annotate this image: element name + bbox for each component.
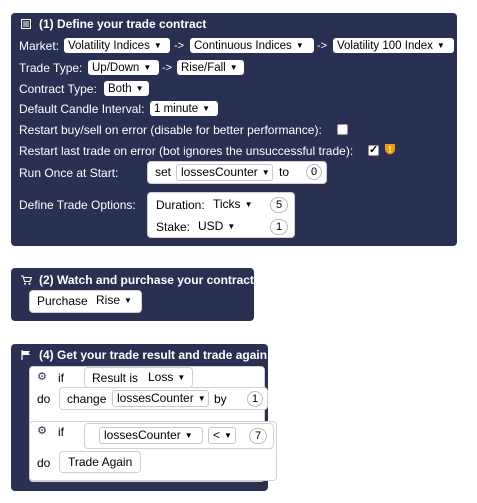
- trade-again-header: (4) Get your trade result and trade agai…: [21, 348, 267, 362]
- chevron-down-icon: ▼: [202, 104, 211, 113]
- chevron-down-icon: ▼: [229, 63, 238, 72]
- restart-last-label: Restart last trade on error (bot ignores…: [19, 144, 354, 158]
- chevron-down-icon: ▼: [261, 168, 270, 177]
- warning-icon[interactable]: [384, 143, 396, 158]
- market-dropdown[interactable]: Volatility Indices ▼: [64, 38, 170, 53]
- chevron-down-icon: ▼: [436, 41, 445, 50]
- watch-purchase-title: (2) Watch and purchase your contract: [39, 273, 254, 287]
- stake-currency-dropdown[interactable]: USD ▼: [194, 219, 242, 236]
- set-variable-value: lossesCounter: [181, 165, 258, 179]
- result-is-label: Result is: [92, 371, 139, 385]
- do2-label: do: [37, 456, 51, 470]
- restart-last-checkbox[interactable]: [368, 143, 379, 156]
- chevron-down-icon: ▼: [143, 63, 152, 72]
- change-value-field[interactable]: 1: [247, 391, 263, 407]
- stake-label: Stake:: [156, 220, 191, 234]
- contract-value: Rise/Fall: [181, 62, 226, 74]
- chevron-down-icon: ▼: [197, 394, 206, 403]
- compare-value-field[interactable]: 7: [249, 428, 267, 444]
- market-arrow: ->: [174, 40, 185, 52]
- trade-again-label: Trade Again: [68, 455, 133, 469]
- result-value-dropdown[interactable]: Loss ▼: [144, 370, 189, 387]
- submarket-value: Continuous Indices: [194, 40, 292, 52]
- trade-options-label: Define Trade Options:: [19, 198, 136, 212]
- candle-interval-value: 1 minute: [154, 103, 199, 115]
- if-label: if: [58, 371, 64, 385]
- trade-type-label: Trade Type:: [19, 61, 83, 75]
- chevron-down-icon: ▼: [295, 41, 304, 50]
- contract-dropdown[interactable]: Rise/Fall ▼: [177, 60, 244, 75]
- gear-icon[interactable]: ⚙: [36, 425, 48, 437]
- gear-icon[interactable]: ⚙: [36, 371, 48, 383]
- asset-dropdown[interactable]: Volatility 100 Index ▼: [333, 38, 454, 53]
- to-label: to: [279, 165, 290, 179]
- result-value: Loss: [148, 370, 174, 384]
- duration-label: Duration:: [156, 198, 205, 212]
- submarket-arrow: ->: [317, 40, 328, 52]
- restart-error-checkbox[interactable]: [337, 124, 348, 135]
- set-variable-dropdown[interactable]: lossesCounter ▼: [176, 164, 273, 181]
- compare-variable-dropdown[interactable]: lossesCounter ▼: [99, 427, 203, 444]
- cart-icon: [21, 274, 33, 285]
- contract-type-value: Both: [108, 83, 132, 95]
- set-label: set: [155, 165, 172, 179]
- contract-type-label: Contract Type:: [19, 82, 97, 96]
- restart-error-label: Restart buy/sell on error (disable for b…: [19, 123, 322, 137]
- chevron-down-icon: ▼: [184, 431, 193, 440]
- market-value: Volatility Indices: [68, 40, 150, 52]
- set-value-field[interactable]: 0: [306, 164, 322, 180]
- chevron-down-icon: ▼: [227, 222, 236, 231]
- do-label: do: [37, 392, 51, 406]
- change-variable-dropdown[interactable]: lossesCounter ▼: [112, 390, 209, 407]
- change-label: change: [67, 392, 107, 406]
- define-contract-title: (1) Define your trade contract: [39, 17, 207, 31]
- contract-type-dropdown[interactable]: Both ▼: [104, 81, 149, 96]
- chevron-down-icon: ▼: [224, 431, 232, 440]
- purchase-type-dropdown[interactable]: Rise ▼: [92, 293, 138, 310]
- flag-icon: [21, 349, 31, 360]
- compare-variable-value: lossesCounter: [104, 428, 181, 442]
- chevron-down-icon: ▼: [153, 41, 162, 50]
- run-once-label: Run Once at Start:: [19, 166, 119, 180]
- purchase-type-value: Rise: [96, 293, 121, 307]
- submarket-dropdown[interactable]: Continuous Indices ▼: [190, 38, 314, 53]
- candle-interval-label: Default Candle Interval:: [19, 102, 145, 116]
- compare-operator-dropdown[interactable]: < ▼: [208, 427, 236, 444]
- list-icon: [21, 18, 31, 29]
- compare-operator-value: <: [213, 428, 221, 442]
- change-variable-value: lossesCounter: [117, 391, 194, 405]
- watch-purchase-header: (2) Watch and purchase your contract: [21, 273, 254, 287]
- stake-value-field[interactable]: 1: [270, 219, 288, 235]
- duration-unit-dropdown[interactable]: Ticks ▼: [209, 197, 266, 214]
- duration-value-field[interactable]: 5: [270, 197, 288, 213]
- stake-currency-value: USD: [198, 219, 224, 233]
- chevron-down-icon: ▼: [244, 200, 253, 209]
- asset-value: Volatility 100 Index: [337, 40, 433, 52]
- candle-interval-dropdown[interactable]: 1 minute ▼: [150, 101, 218, 116]
- if2-label: if: [58, 425, 64, 439]
- purchase-label: Purchase: [37, 294, 88, 308]
- market-label: Market:: [19, 39, 60, 53]
- chevron-down-icon: ▼: [135, 84, 144, 93]
- trade-type-value: Up/Down: [92, 62, 140, 74]
- trade-type-arrow: ->: [162, 62, 173, 74]
- chevron-down-icon: ▼: [124, 296, 132, 305]
- define-contract-header: (1) Define your trade contract: [21, 17, 206, 31]
- duration-unit-value: Ticks: [213, 197, 241, 211]
- by-label: by: [214, 392, 227, 406]
- trade-again-title: (4) Get your trade result and trade agai…: [39, 348, 268, 362]
- trade-type-dropdown[interactable]: Up/Down ▼: [88, 60, 159, 75]
- chevron-down-icon: ▼: [177, 373, 186, 382]
